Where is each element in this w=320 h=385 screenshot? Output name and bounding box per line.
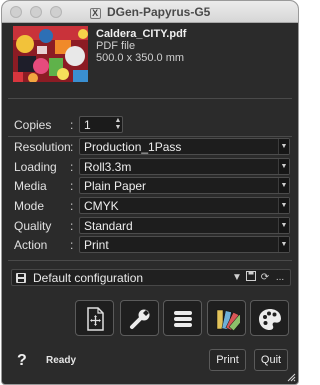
title-bar: X DGen-Papyrus-G5 [2,1,298,23]
color-palette-button[interactable] [250,300,289,336]
page-move-icon [87,307,104,331]
file-thumbnail [13,26,88,82]
refresh-icon[interactable]: ⟳ [259,271,271,285]
chevron-down-icon[interactable]: ▼ [278,218,289,233]
configuration-name: Default configuration [33,271,144,285]
resize-grip-icon[interactable] [287,373,296,382]
action-select[interactable]: Print ▼ [79,236,290,253]
mode-select[interactable]: CMYK ▼ [79,197,290,214]
quit-button[interactable]: Quit [254,349,288,371]
mode-row: Mode : CMYK ▼ [2,197,298,215]
action-label: Action [14,238,48,252]
page-layout-button[interactable] [75,300,114,336]
divider-copies [8,136,292,137]
file-type: PDF file [96,40,136,52]
action-row: Action : Print ▼ [2,236,298,254]
quality-value: Standard [84,219,133,233]
quality-colon: : [70,219,74,233]
settings-button[interactable] [120,300,159,336]
chevron-down-icon[interactable]: ▼ [278,237,289,252]
file-size: 500.0 x 350.0 mm [96,52,185,64]
quality-row: Quality : Standard ▼ [2,217,298,235]
media-value: Plain Paper [84,179,147,193]
media-label: Media [14,179,47,193]
chevron-down-icon[interactable]: ▼ [278,139,289,154]
media-row: Media : Plain Paper ▼ [2,177,298,195]
app-logo-icon: X [89,8,101,19]
config-file-icon [16,273,26,283]
quality-label: Quality [14,219,52,233]
copies-row: Copies : 1 ▲ ▼ [2,116,298,134]
main-window: X DGen-Papyrus-G5 Caldera_CITY.pdf PDF f… [1,0,299,385]
palette-icon [259,309,281,330]
chevron-down-icon[interactable]: ▼ [278,159,289,174]
thumbnail-artwork [13,26,88,82]
mode-value: CMYK [84,199,119,213]
copies-colon: : [70,118,74,132]
status-text: Ready [46,355,77,366]
chevron-down-icon[interactable]: ▼ [231,271,243,285]
resolution-label: Resolution [14,140,71,154]
mode-label: Mode [14,199,45,213]
file-name: Caldera_CITY.pdf [96,28,187,40]
media-colon: : [70,179,74,193]
list-icon [174,311,192,327]
queue-list-button[interactable] [163,300,202,336]
resolution-row: Resolution : Production_1Pass ▼ [2,138,298,156]
window-title: DGen-Papyrus-G5 [106,5,211,19]
print-button[interactable]: Print [209,349,246,371]
divider-middle [8,260,292,261]
copies-value: 1 [84,118,91,132]
copies-stepper[interactable]: ▲ ▼ [114,117,122,132]
divider-top [8,98,292,99]
loading-label: Loading [14,160,57,174]
wrench-icon [130,309,150,329]
loading-colon: : [70,160,74,174]
stepper-down-icon[interactable]: ▼ [114,124,122,131]
help-button[interactable]: ? [17,352,27,370]
resolution-colon: : [70,140,74,154]
configuration-bar[interactable]: Default configuration ▼ ⟳ ... [11,269,291,286]
mode-colon: : [70,199,74,213]
media-select[interactable]: Plain Paper ▼ [79,177,290,194]
window-title-wrap: X DGen-Papyrus-G5 [2,5,298,19]
loading-select[interactable]: Roll3.3m ▼ [79,158,290,175]
loading-row: Loading : Roll3.3m ▼ [2,158,298,176]
save-icon-glyph [246,271,256,281]
loading-value: Roll3.3m [84,160,132,174]
file-info: Caldera_CITY.pdf PDF file 500.0 x 350.0 … [96,28,186,64]
action-value: Print [84,238,109,252]
save-icon[interactable] [245,271,257,285]
copies-label: Copies [14,118,52,132]
swatch-icon [216,309,240,332]
resolution-value: Production_1Pass [84,140,182,154]
color-swatch-button[interactable] [207,300,246,336]
stepper-up-icon[interactable]: ▲ [114,117,122,124]
quality-select[interactable]: Standard ▼ [79,217,290,234]
chevron-down-icon[interactable]: ▼ [278,198,289,213]
action-colon: : [70,238,74,252]
chevron-down-icon[interactable]: ▼ [278,178,289,193]
resolution-select[interactable]: Production_1Pass ▼ [79,138,290,155]
more-button[interactable]: ... [274,271,286,285]
